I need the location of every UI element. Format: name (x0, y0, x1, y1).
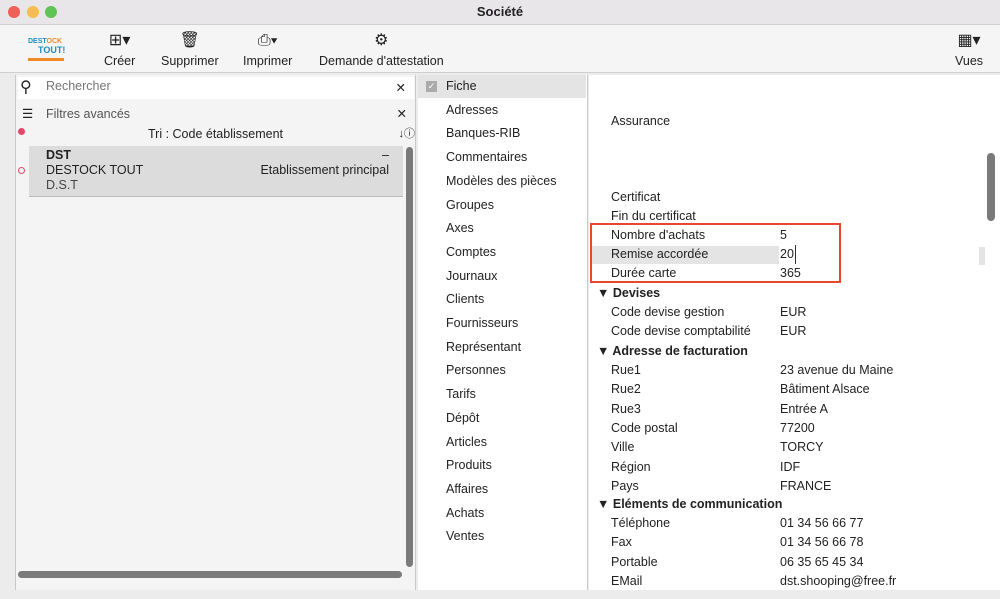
field-ville: Ville TORCY (611, 440, 824, 455)
field-rue1: Rue1 23 avenue du Maine (611, 363, 894, 377)
nav-item-ventes[interactable]: Ventes (446, 525, 484, 548)
nav-item-commentaires[interactable]: Commentaires (446, 146, 527, 169)
vertical-scrollbar[interactable] (406, 147, 413, 567)
nav-item-affaires[interactable]: Affaires (446, 478, 488, 501)
company-logo: DESTOCK TOUT! (28, 38, 65, 61)
delete-button[interactable]: 🗑 Supprimer (161, 31, 219, 68)
nav-item-comptes[interactable]: Comptes (446, 241, 496, 264)
field-devise-gestion: Code devise gestion EUR (611, 305, 807, 319)
section-adresse[interactable]: ▼ Adresse de facturation (597, 342, 748, 361)
horizontal-scrollbar[interactable] (18, 571, 402, 578)
search-bar: ⚲ ✕ (18, 77, 414, 99)
section-communication[interactable]: ▼ Eléments de communication (597, 495, 782, 514)
nav-item-fournisseurs[interactable]: Fournisseurs (446, 312, 518, 335)
printer-icon: ⎙▾ (257, 32, 278, 49)
layout-icon: ▦▾ (957, 32, 981, 49)
toolbar: DESTOCK TOUT! ⊞▾ Créer 🗑 Supprimer ⎙▾ Imprim… (0, 25, 1000, 73)
nav-item-produits[interactable]: Produits (446, 454, 492, 477)
field-code-postal: Code postal 77200 (611, 420, 815, 435)
field-fax: Fax 01 34 56 66 78 (611, 535, 864, 550)
search-icon: ⚲ (20, 79, 32, 96)
record-status-icon (18, 167, 25, 174)
nav-item-repr-sentant[interactable]: Représentant (446, 336, 521, 359)
nav-item-journaux[interactable]: Journaux (446, 265, 497, 288)
list-item[interactable]: DST DESTOCK TOUT D.S.T – Etablissement p… (29, 146, 403, 197)
detail-form: Assurance Certificat Fin du certificat N… (589, 75, 1000, 590)
clear-filters-icon[interactable]: ✕ (397, 103, 407, 125)
print-button[interactable]: ⎙▾ Imprimer (243, 31, 292, 68)
field-t-l-phone: Téléphone 01 34 56 66 77 (611, 516, 864, 530)
nav-item-axes[interactable]: Axes (446, 217, 474, 240)
field-rue2: Rue2 Bâtiment Alsace (611, 382, 870, 397)
nav-item-clients[interactable]: Clients (446, 288, 484, 311)
close-window-button[interactable] (8, 6, 20, 18)
list-panel: ⚲ ✕ ☰ Filtres avancés ✕ Tri : Code établ… (15, 75, 416, 590)
clear-search-icon[interactable]: ✕ (396, 80, 406, 95)
create-button[interactable]: ⊞▾ Créer (104, 31, 135, 68)
field-certificat: Certificat (611, 190, 661, 204)
nav-item-adresses[interactable]: Adresses (446, 99, 498, 122)
filter-icon: ☰ (22, 107, 34, 121)
sort-bar[interactable]: Tri : Code établissement ↓ⓘ (16, 125, 415, 145)
title-bar: Société (0, 0, 1000, 25)
vertical-scrollbar[interactable] (987, 153, 995, 221)
add-icon: ⊞▾ (108, 32, 131, 49)
field-assurance: Assurance (611, 114, 671, 128)
advanced-filters[interactable]: ☰ Filtres avancés ✕ (16, 103, 415, 125)
window-title: Société (476, 4, 524, 19)
status-dot (18, 128, 25, 135)
field-portable: Portable 06 35 65 45 34 (611, 554, 864, 569)
nav-item-d-p-t[interactable]: Dépôt (446, 407, 479, 430)
field-devise-compta: Code devise comptabilité EUR (611, 324, 807, 338)
section-nav: ✓ Fiche Adresses Banques-RIB Commentaires Mod… (418, 75, 588, 590)
highlight-box (590, 223, 841, 283)
row-marker (979, 247, 985, 265)
nav-item-achats[interactable]: Achats (446, 502, 484, 525)
field-rue3: Rue3 Entrée A (611, 401, 828, 416)
nav-item-tarifs[interactable]: Tarifs (446, 383, 476, 406)
field-pays: Pays FRANCE (611, 478, 832, 493)
minimize-window-button[interactable] (27, 6, 39, 18)
section-devises[interactable]: ▼ Devises (597, 284, 660, 303)
maximize-window-button[interactable] (45, 6, 57, 18)
views-button[interactable]: ▦▾ Vues (955, 31, 983, 68)
trash-icon: 🗑 (179, 32, 200, 49)
nav-item-banques-rib[interactable]: Banques-RIB (446, 122, 520, 145)
field-r-gion: Région IDF (611, 459, 801, 474)
check-icon: ✓ (426, 81, 437, 92)
nav-item-fiche[interactable]: ✓ Fiche (418, 75, 586, 98)
search-input[interactable] (46, 79, 386, 93)
field-email: EMail dst.shooping@free.fr (611, 573, 897, 588)
nav-item-articles[interactable]: Articles (446, 431, 487, 454)
nav-item-groupes[interactable]: Groupes (446, 194, 494, 217)
nav-item-personnes[interactable]: Personnes (446, 359, 506, 382)
gear-icon: ⚙ (374, 32, 389, 49)
sort-info-icon[interactable]: ↓ⓘ (399, 125, 416, 144)
attestation-button[interactable]: ⚙ Demande d'attestation (319, 31, 444, 68)
nav-item-mod-les-des-pi-ces[interactable]: Modèles des pièces (446, 170, 556, 193)
